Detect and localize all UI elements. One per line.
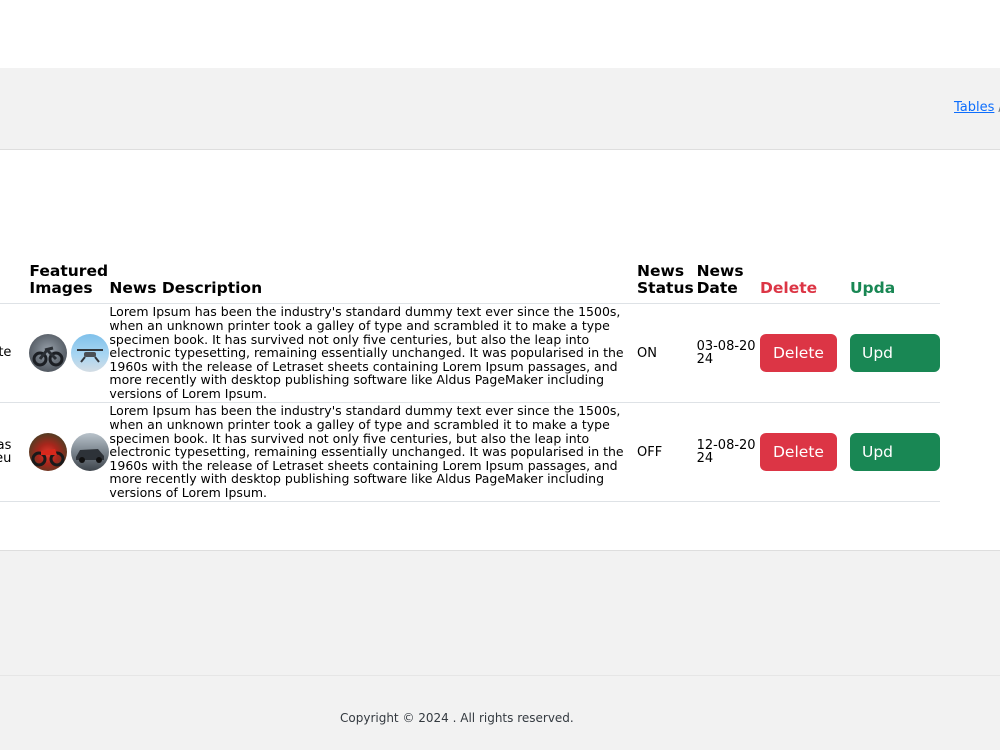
table-row: as eu <box>0 402 940 502</box>
delete-cell: Delete <box>760 402 850 502</box>
header-update: Upda <box>849 263 940 304</box>
header-news-description: News Description <box>109 263 638 304</box>
header-news-date: News Date <box>696 263 760 304</box>
news-date: 12-08-2024 <box>696 402 760 502</box>
grey-band <box>0 551 1000 676</box>
news-status: ON <box>637 303 697 403</box>
update-cell: Upd <box>849 402 940 502</box>
drone-thumbnail <box>71 334 110 372</box>
delete-cell: Delete <box>760 303 850 403</box>
motorcycle-thumbnail <box>29 433 68 471</box>
news-table: Featured Images News Description News St… <box>0 263 940 502</box>
delete-button[interactable]: Delete <box>760 433 837 471</box>
breadcrumb: Tables/ <box>954 100 1000 115</box>
table-header-row: Featured Images News Description News St… <box>0 263 940 304</box>
header-featured-images: Featured Images <box>29 263 110 304</box>
update-cell: Upd <box>849 303 940 403</box>
featured-images-cell <box>29 402 110 502</box>
copyright-text: Copyright © 2024 . All rights reserved. <box>340 711 574 725</box>
delete-button[interactable]: Delete <box>760 334 837 372</box>
header-title <box>0 263 30 304</box>
table-row: te Lorem Ipsum has been the industry's s… <box>0 303 940 403</box>
news-description: Lorem Ipsum has been the industry's stan… <box>109 303 638 403</box>
car-thumbnail <box>71 433 110 471</box>
breadcrumb-link-tables[interactable]: Tables <box>954 100 994 115</box>
header-news-status: News Status <box>637 263 697 304</box>
header-delete: Delete <box>760 263 850 304</box>
top-area <box>0 0 1000 68</box>
footer: Copyright © 2024 . All rights reserved. <box>0 676 1000 750</box>
page-header <box>0 68 1000 150</box>
update-button[interactable]: Upd <box>849 334 940 372</box>
news-status: OFF <box>637 402 697 502</box>
news-date: 03-08-2024 <box>696 303 760 403</box>
update-button[interactable]: Upd <box>849 433 940 471</box>
page: Tables/ Featured Images News Description… <box>0 0 1000 750</box>
main-content: Featured Images News Description News St… <box>0 150 1000 551</box>
featured-images-cell <box>29 303 110 403</box>
news-title-cell: as eu <box>0 402 30 502</box>
news-title-cell: te <box>0 303 30 403</box>
news-description: Lorem Ipsum has been the industry's stan… <box>109 402 638 502</box>
motorbike-thumbnail <box>29 334 68 372</box>
